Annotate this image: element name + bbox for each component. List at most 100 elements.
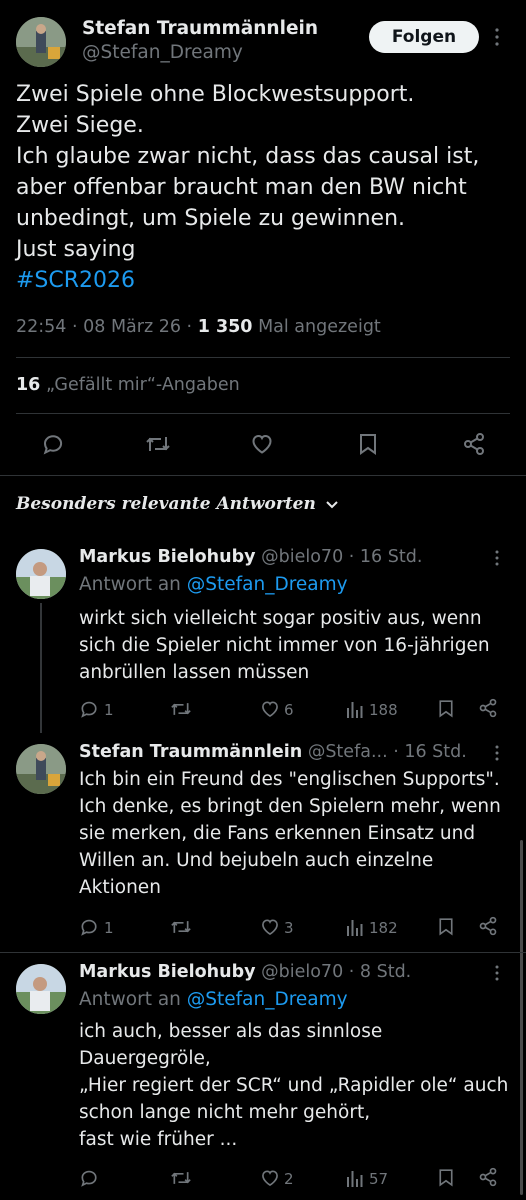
- repost-icon[interactable]: [170, 1168, 192, 1188]
- views-icon[interactable]: [347, 1169, 363, 1187]
- reply-author-name[interactable]: Markus Bielohuby: [79, 962, 256, 982]
- like-count: 2: [284, 1170, 294, 1188]
- reply-time[interactable]: · 16 Std.: [349, 547, 423, 567]
- share-icon[interactable]: [478, 1167, 498, 1187]
- reply-avatar[interactable]: [16, 744, 66, 794]
- repost-icon[interactable]: [170, 699, 192, 719]
- divider: [16, 413, 510, 414]
- reply-icon[interactable]: [41, 432, 65, 456]
- reply-header: Markus Bielohuby @bielo70 · 8 Std.: [79, 962, 411, 982]
- tweet-line: aber offenbar braucht man den BW nicht: [16, 175, 467, 200]
- reply-actions: 1 3 182: [79, 915, 499, 939]
- reply-to-handle[interactable]: @Stefan_Dreamy: [187, 989, 348, 1010]
- bookmark-icon[interactable]: [357, 432, 379, 456]
- views-count: 57: [369, 1170, 389, 1188]
- reply-text: wirkt sich vielleicht sogar positiv aus,…: [79, 605, 490, 686]
- reply-line: Dauergegröle,: [79, 1048, 211, 1069]
- reply-author-handle[interactable]: @Stefa...: [308, 742, 388, 762]
- reply-author-handle[interactable]: @bielo70: [261, 547, 343, 567]
- reply-more-icon[interactable]: [494, 965, 500, 981]
- tweet-text: Zwei Spiele ohne Blockwestsupport. Zwei …: [16, 79, 479, 296]
- share-icon[interactable]: [478, 698, 498, 718]
- tweet-line: Zwei Spiele ohne Blockwestsupport.: [16, 82, 415, 107]
- reply-line: fast wie früher ...: [79, 1129, 238, 1150]
- reply-count: 1: [104, 919, 114, 937]
- bookmark-icon[interactable]: [437, 1167, 455, 1188]
- reply-line: schon lange nicht mehr gehört,: [79, 1102, 371, 1123]
- reply-to: Antwort an @Stefan_Dreamy: [79, 574, 348, 595]
- likes-summary[interactable]: 16 „Gefällt mir“-Angaben: [16, 375, 240, 395]
- reply-line: anbrüllen lassen müssen: [79, 662, 310, 683]
- reply-to-handle[interactable]: @Stefan_Dreamy: [187, 574, 348, 595]
- views-icon[interactable]: [347, 918, 363, 936]
- views-count: 182: [369, 919, 398, 937]
- reply-time[interactable]: · 8 Std.: [349, 962, 411, 982]
- reply-line: Aktionen: [79, 877, 161, 898]
- reply-avatar[interactable]: [16, 964, 66, 1014]
- replies-sort-label: Besonders relevante Antworten: [16, 494, 316, 514]
- reply-to: Antwort an @Stefan_Dreamy: [79, 989, 348, 1010]
- hashtag-link[interactable]: #SCR2026: [16, 265, 479, 296]
- reply-line: wirkt sich vielleicht sogar positiv aus,…: [79, 608, 482, 629]
- tweet-line: Zwei Siege.: [16, 113, 144, 138]
- bookmark-icon[interactable]: [437, 916, 455, 937]
- share-icon[interactable]: [478, 916, 498, 936]
- reply-more-icon[interactable]: [494, 745, 500, 761]
- reply-count: 1: [104, 701, 114, 719]
- reply-line: „Hier regiert der SCR“ und „Rapidler ole…: [79, 1075, 509, 1096]
- reply-more-icon[interactable]: [494, 550, 500, 566]
- author-avatar[interactable]: [16, 17, 66, 67]
- divider: [0, 952, 526, 953]
- reply-actions: 2 57: [79, 1166, 499, 1190]
- more-options-icon[interactable]: [494, 28, 500, 46]
- share-icon[interactable]: [462, 432, 486, 456]
- tweet-line: Just saying: [16, 237, 136, 262]
- like-icon[interactable]: [250, 432, 274, 456]
- reply-author-handle[interactable]: @bielo70: [261, 962, 343, 982]
- follow-button[interactable]: Folgen: [369, 21, 479, 53]
- like-count: 6: [284, 701, 294, 719]
- reply-line: ich auch, besser als das sinnlose: [79, 1021, 383, 1042]
- reply-line: sie merken, die Fans erkennen Einsatz un…: [79, 823, 476, 844]
- reply-line: Willen an. Und bejubeln auch einzelne: [79, 850, 434, 871]
- chevron-down-icon: [325, 500, 339, 510]
- views-count: 188: [369, 701, 398, 719]
- reply-line: sich die Spieler nicht immer von 16-jähr…: [79, 635, 490, 656]
- reply-line: Ich denke, es bringt den Spielern mehr, …: [79, 796, 501, 817]
- reply-to-prefix: Antwort an: [79, 574, 187, 595]
- reply-avatar[interactable]: [16, 549, 66, 599]
- reply-icon[interactable]: [79, 917, 99, 937]
- reply-actions: 1 6 188: [79, 697, 499, 721]
- reply-author-name[interactable]: Markus Bielohuby: [79, 547, 256, 567]
- replies-sort-header[interactable]: Besonders relevante Antworten: [16, 494, 339, 514]
- views-label: Mal angezeigt: [252, 317, 381, 337]
- like-icon[interactable]: [260, 699, 280, 719]
- reply-to-prefix: Antwort an: [79, 989, 187, 1010]
- author-name[interactable]: Stefan Traummännlein: [82, 18, 318, 39]
- reply-header: Stefan Traummännlein @Stefa... · 16 Std.: [79, 742, 467, 762]
- tweet-timestamp[interactable]: 22:54 · 08 März 26 ·: [16, 317, 198, 337]
- divider: [16, 357, 510, 358]
- reply-author-name[interactable]: Stefan Traummännlein: [79, 742, 302, 762]
- like-icon[interactable]: [260, 917, 280, 937]
- views-icon[interactable]: [347, 700, 363, 718]
- tweet-line: unbedingt, um Spiele zu gewinnen.: [16, 206, 406, 231]
- divider: [0, 475, 526, 476]
- tweet-meta: 22:54 · 08 März 26 · 1 350 Mal angezeigt: [16, 317, 381, 337]
- like-icon[interactable]: [260, 1168, 280, 1188]
- bookmark-icon[interactable]: [437, 698, 455, 719]
- reply-icon[interactable]: [79, 1168, 99, 1188]
- likes-label: „Gefällt mir“-Angaben: [45, 375, 240, 395]
- reply-line: Ich bin ein Freund des "englischen Suppo…: [79, 769, 500, 790]
- thread-line: [40, 603, 42, 733]
- repost-icon[interactable]: [145, 432, 171, 456]
- scrollbar[interactable]: [520, 840, 523, 1195]
- reply-text: Ich bin ein Freund des "englischen Suppo…: [79, 766, 501, 901]
- tweet-line: Ich glaube zwar nicht, dass das causal i…: [16, 144, 480, 169]
- likes-count: 16: [16, 375, 41, 395]
- reply-text: ich auch, besser als das sinnlose Dauerg…: [79, 1018, 508, 1153]
- reply-time[interactable]: · 16 Std.: [393, 742, 467, 762]
- reply-icon[interactable]: [79, 699, 99, 719]
- repost-icon[interactable]: [170, 917, 192, 937]
- author-handle[interactable]: @Stefan_Dreamy: [82, 42, 243, 63]
